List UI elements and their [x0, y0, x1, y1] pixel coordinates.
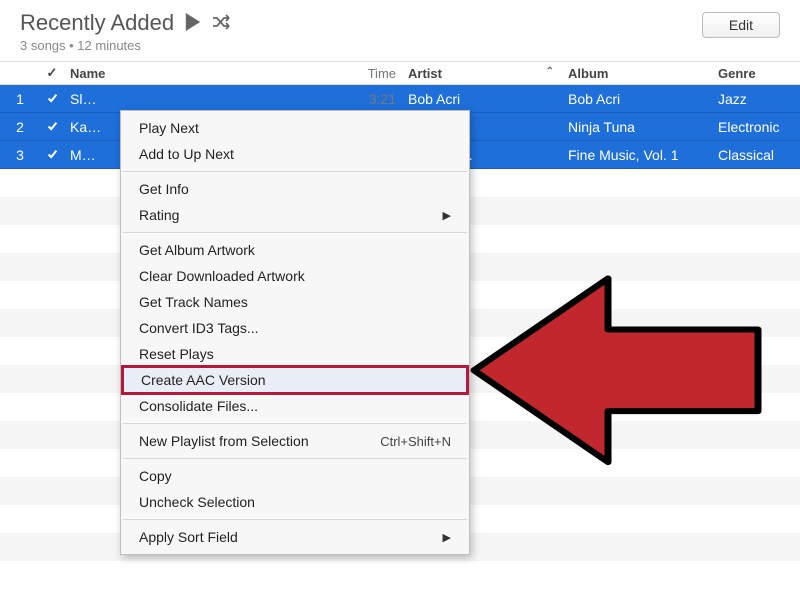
track-genre: Electronic	[714, 119, 800, 135]
header: Recently Added 3 songs • 12 minutes Edit	[0, 0, 800, 61]
menu-copy[interactable]: Copy	[121, 463, 469, 489]
track-genre: Jazz	[714, 91, 800, 107]
track-album: Ninja Tuna	[564, 119, 714, 135]
column-artist[interactable]: Artist ⌃	[404, 66, 564, 81]
row-checkbox[interactable]	[46, 92, 59, 105]
menu-reset-plays[interactable]: Reset Plays	[121, 341, 469, 367]
column-name[interactable]: Name	[64, 66, 344, 81]
shuffle-icon[interactable]	[212, 14, 234, 33]
menu-separator	[123, 458, 467, 459]
row-number: 1	[0, 91, 40, 107]
play-icon[interactable]	[184, 13, 202, 34]
menu-add-up-next[interactable]: Add to Up Next	[121, 141, 469, 167]
context-menu: Play Next Add to Up Next Get Info Rating…	[120, 110, 470, 555]
track-artist: Bob Acri	[404, 91, 564, 107]
track-album: Fine Music, Vol. 1	[564, 147, 714, 163]
row-checkbox[interactable]	[46, 148, 59, 161]
menu-separator	[123, 519, 467, 520]
menu-get-info[interactable]: Get Info	[121, 176, 469, 202]
menu-play-next[interactable]: Play Next	[121, 115, 469, 141]
shortcut-label: Ctrl+Shift+N	[380, 434, 451, 449]
chevron-right-icon: ▶	[443, 209, 451, 222]
menu-create-aac[interactable]: Create AAC Version	[123, 367, 467, 393]
column-genre[interactable]: Genre	[714, 66, 800, 81]
menu-convert-id3[interactable]: Convert ID3 Tags...	[121, 315, 469, 341]
subtitle: 3 songs • 12 minutes	[20, 38, 234, 53]
sort-caret-icon: ⌃	[546, 66, 554, 77]
menu-separator	[123, 423, 467, 424]
column-headers: ✓ Name Time Artist ⌃ Album Genre	[0, 61, 800, 85]
row-number: 2	[0, 119, 40, 135]
chevron-right-icon: ▶	[443, 531, 451, 544]
row-checkbox[interactable]	[46, 120, 59, 133]
page-title: Recently Added	[20, 10, 174, 36]
edit-button[interactable]: Edit	[702, 12, 780, 38]
menu-new-playlist[interactable]: New Playlist from Selection Ctrl+Shift+N	[121, 428, 469, 454]
track-name: Sl…	[64, 91, 344, 107]
track-time: 3:21	[344, 91, 404, 107]
table-row[interactable]: 1 Sl… 3:21 Bob Acri Bob Acri Jazz	[0, 85, 800, 113]
menu-get-artwork[interactable]: Get Album Artwork	[121, 237, 469, 263]
menu-get-track-names[interactable]: Get Track Names	[121, 289, 469, 315]
row-number: 3	[0, 147, 40, 163]
menu-apply-sort[interactable]: Apply Sort Field ▶	[121, 524, 469, 550]
column-time[interactable]: Time	[344, 66, 404, 81]
check-column-header[interactable]: ✓	[40, 65, 64, 81]
menu-uncheck[interactable]: Uncheck Selection	[121, 489, 469, 515]
track-genre: Classical	[714, 147, 800, 163]
menu-clear-artwork[interactable]: Clear Downloaded Artwork	[121, 263, 469, 289]
menu-consolidate[interactable]: Consolidate Files...	[121, 393, 469, 419]
track-album: Bob Acri	[564, 91, 714, 107]
menu-separator	[123, 171, 467, 172]
menu-separator	[123, 232, 467, 233]
column-album[interactable]: Album	[564, 66, 714, 81]
menu-rating[interactable]: Rating ▶	[121, 202, 469, 228]
